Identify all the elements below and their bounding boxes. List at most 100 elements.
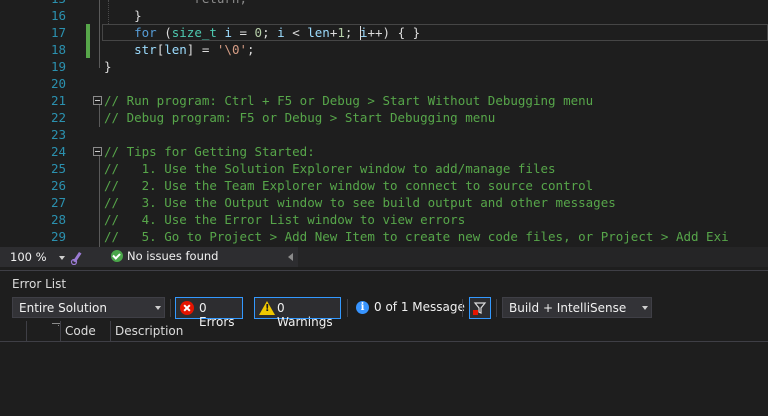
line-number: 25 (50, 161, 66, 176)
toolbar-divider (496, 299, 497, 317)
source-value: Build + IntelliSense (509, 301, 627, 315)
code-text: // Debug program: F5 or Debug > Start De… (104, 109, 495, 126)
code-line[interactable]: 29 // 5. Go to Project > Add New Item to … (0, 228, 768, 245)
code-line[interactable]: 15 return; (0, 0, 768, 7)
zoom-dropdown[interactable]: 100 % (6, 249, 66, 265)
warnings-filter-button[interactable]: 0 Warnings (254, 297, 341, 329)
code-text: // 1. Use the Solution Explorer window t… (104, 160, 556, 177)
line-number: 28 (50, 212, 66, 227)
code-token: // Debug program: F5 or Debug > Start De… (104, 110, 496, 125)
code-token: ; (247, 42, 255, 57)
code-token: // 4. Use the Error List window to view … (104, 212, 466, 227)
code-token: } (104, 59, 112, 74)
code-token: return; (104, 0, 247, 6)
column-divider[interactable] (60, 321, 61, 341)
code-line[interactable]: 23 (0, 126, 768, 143)
filter-toggle-button[interactable] (469, 297, 491, 319)
code-line[interactable]: 27 // 3. Use the Output window to see bui… (0, 194, 768, 211)
code-text: str[len] = '\0'; (104, 41, 255, 58)
code-editor[interactable]: 15 return;16 }17 for (size_t i = 0; i < … (0, 0, 768, 247)
code-line[interactable]: 20 (0, 75, 768, 92)
chevron-down-icon (642, 306, 648, 310)
code-token: // 5. Go to Project > Add New Item to cr… (104, 229, 729, 244)
code-line[interactable]: 19} (0, 58, 768, 75)
code-line[interactable]: 22 // Debug program: F5 or Debug > Start … (0, 109, 768, 126)
line-number: 21 (50, 93, 66, 108)
info-icon: i (356, 301, 369, 314)
text-caret (360, 26, 361, 40)
line-number: 27 (50, 195, 66, 210)
column-header-code[interactable]: Code (65, 324, 96, 338)
code-text: // Tips for Getting Started: (104, 143, 315, 160)
scroll-left-icon[interactable] (288, 253, 293, 261)
code-token: // Tips for Getting Started: (104, 144, 315, 159)
scope-value: Entire Solution (19, 301, 107, 315)
errors-filter-button[interactable]: 0 Errors (175, 297, 243, 329)
code-text: // 3. Use the Output window to see build… (104, 194, 616, 211)
code-token: len (307, 25, 330, 40)
code-text: } (104, 7, 142, 24)
editor-status-bar: 100 % No issues found (0, 247, 768, 267)
code-token: // 2. Use the Team Explorer window to co… (104, 178, 594, 193)
code-token: i (224, 25, 232, 40)
code-line[interactable]: 26 // 2. Use the Team Explorer window to … (0, 177, 768, 194)
horizontal-scrollbar[interactable] (298, 247, 768, 267)
panel-title: Error List (12, 277, 67, 291)
code-token: 0 (254, 25, 263, 40)
code-token: size_t (171, 25, 217, 40)
column-header-description[interactable]: Description (115, 324, 183, 338)
line-number: 17 (50, 25, 66, 40)
error-grid-body (0, 342, 768, 416)
code-line[interactable]: 16 } (0, 7, 768, 24)
code-line[interactable]: 21 // Run program: Ctrl + F5 or Debug > S… (0, 92, 768, 109)
code-token: i (277, 25, 285, 40)
code-token: // 1. Use the Solution Explorer window t… (104, 161, 556, 176)
code-token: // 3. Use the Output window to see build… (104, 195, 616, 210)
warning-icon (259, 301, 275, 315)
toolbar-divider (347, 299, 348, 317)
source-dropdown[interactable]: Build + IntelliSense (502, 297, 652, 318)
line-number: 20 (50, 76, 66, 91)
code-text: } (104, 58, 112, 75)
code-token: len (164, 42, 187, 57)
code-line[interactable]: 17 for (size_t i = 0; i < len+1; i++) { … (0, 24, 768, 41)
code-text: return; (104, 0, 247, 7)
code-token: ( (156, 25, 172, 40)
intellicode-icon[interactable] (70, 249, 84, 265)
error-list-toolbar: Entire Solution 0 Errors 0 Warnings i 0 … (0, 297, 768, 329)
code-token: 1 (337, 25, 345, 40)
code-token: '\0' (216, 42, 248, 57)
column-divider[interactable] (26, 321, 27, 341)
code-token: ++) { } (367, 25, 421, 40)
line-number: 22 (50, 110, 66, 125)
toolbar-divider (462, 299, 463, 317)
code-line[interactable]: 18 str[len] = '\0'; (0, 41, 768, 58)
error-icon (180, 301, 194, 315)
scope-dropdown[interactable]: Entire Solution (12, 297, 165, 318)
code-line[interactable]: 28 // 4. Use the Error List window to vie… (0, 211, 768, 228)
code-token: // Run program: Ctrl + F5 or Debug > Sta… (104, 93, 594, 108)
error-list-panel: Error List Entire Solution 0 Errors 0 Wa… (0, 270, 768, 416)
column-divider[interactable] (110, 321, 111, 341)
toolbar-divider (170, 299, 171, 317)
code-token: < (284, 25, 308, 40)
code-text: // 5. Go to Project > Add New Item to cr… (104, 228, 729, 245)
zoom-level: 100 % (10, 250, 47, 264)
code-line[interactable]: 24 // Tips for Getting Started: (0, 143, 768, 160)
messages-filter-button[interactable]: 0 of 1 Message (374, 300, 465, 314)
line-number: 26 (50, 178, 66, 193)
code-text: // 2. Use the Team Explorer window to co… (104, 177, 593, 194)
code-token: ; (262, 25, 278, 40)
code-text: // Run program: Ctrl + F5 or Debug > Sta… (104, 92, 593, 109)
error-grid-header: Code Description (0, 321, 768, 342)
line-number: 23 (50, 127, 66, 142)
line-number: 19 (50, 59, 66, 74)
line-number: 29 (50, 229, 66, 244)
issues-status[interactable]: No issues found (127, 249, 218, 263)
code-token: str (134, 42, 157, 57)
funnel-icon (473, 302, 487, 315)
code-line[interactable]: 25 // 1. Use the Solution Explorer window… (0, 160, 768, 177)
line-number: 15 (0, 0, 66, 7)
